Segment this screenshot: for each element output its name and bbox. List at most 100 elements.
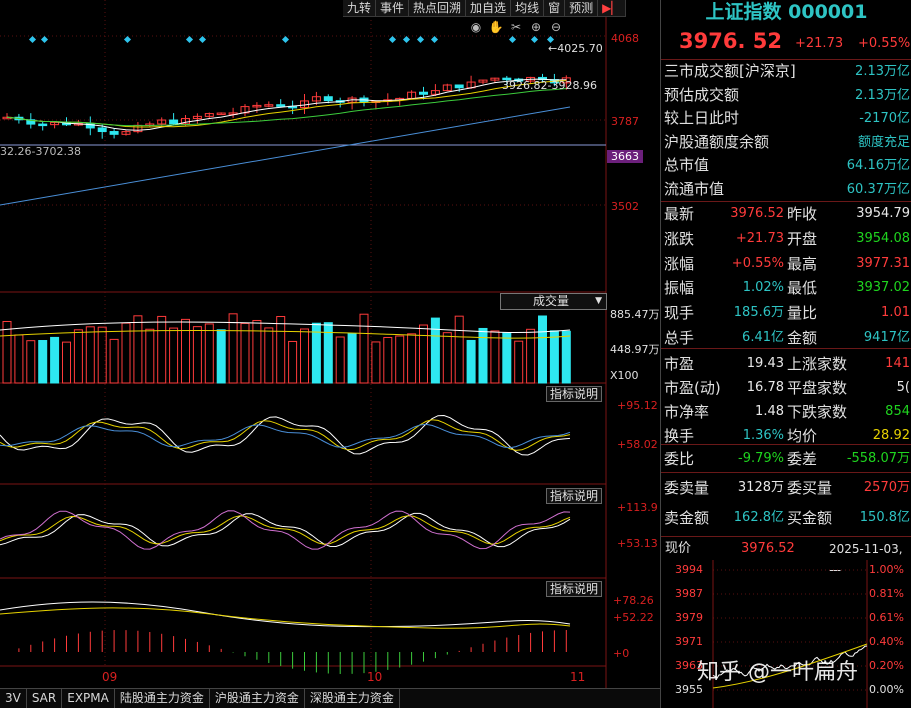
kline-chart-svg[interactable] <box>0 0 660 708</box>
toolbar-jiuzhuan-button[interactable]: 九转 <box>343 0 377 16</box>
volume-bar <box>228 313 238 384</box>
axis-label-mid: 3787 <box>611 115 639 128</box>
tab-sar[interactable]: SAR <box>27 689 63 708</box>
quote-value: 3954.79 <box>856 206 910 221</box>
candle-down <box>323 96 333 102</box>
quote-row: 市盈(动) 16.78 平盘家数 5( <box>661 376 911 400</box>
quote-key: 涨幅 <box>664 255 695 273</box>
volume-bar <box>359 313 369 384</box>
volume-bar <box>323 322 333 384</box>
kline-chart-area[interactable]: 九转 事件 热点回溯 加自选 均线 窗 预测 ▶▏ ◉ ✋ ✂ ⊕ ⊖ 4068… <box>0 0 660 708</box>
volume-bar <box>430 317 440 384</box>
toolbar-ma-button[interactable]: 均线 <box>511 0 545 16</box>
volume-axis-unit: X100 <box>610 369 639 382</box>
exit-icon[interactable]: ▶▏ <box>598 0 626 16</box>
indicator-3-help-tab[interactable]: 指标说明 <box>546 581 603 597</box>
quote-value: 1.01 <box>881 305 910 320</box>
quote-value: 150.8亿 <box>859 510 910 525</box>
toolbar-hot-replay-button[interactable]: 热点回溯 <box>409 0 467 16</box>
indicator-1-axis-top: +95.12 <box>617 399 658 412</box>
indicator-1-help-tab[interactable]: 指标说明 <box>546 386 603 402</box>
quote-value: 6.41亿 <box>742 330 784 345</box>
quote-key: 量比 <box>787 304 818 322</box>
eye-icon[interactable]: ◉ <box>468 19 484 35</box>
quote-value: 3977.31 <box>856 256 910 271</box>
zoom-out-icon[interactable]: ⊖ <box>548 19 564 35</box>
quote-value: 185.6万 <box>733 305 784 320</box>
quote-info-panel: 上证指数 000001 3976. 52 +21.73 +0.55% 三市成交额… <box>660 0 911 708</box>
intraday-left-axis-label: 3987 <box>675 587 703 600</box>
candle-down <box>97 127 107 133</box>
quote-value: 5( <box>896 380 910 395</box>
chart-toolbar: 九转 事件 热点回溯 加自选 均线 窗 预测 ▶▏ <box>343 0 626 17</box>
volume-bar <box>14 334 24 384</box>
indicator-2-axis-top: +113.9 <box>617 501 658 514</box>
intraday-header: 现价 3976.52 2025-11-03,一 <box>661 538 911 578</box>
quote-value: 3128万 <box>737 480 784 495</box>
volume-bar <box>561 330 571 384</box>
kdj-j-line <box>0 423 571 449</box>
quote-key: 委买量 <box>787 479 833 497</box>
volume-bar <box>514 340 524 384</box>
quote-row: 涨跌 +21.73 开盘 3954.08 <box>661 227 911 251</box>
volume-bar <box>145 328 155 384</box>
tab-hugutong-funds[interactable]: 沪股通主力资金 <box>210 689 305 708</box>
volume-bar <box>181 318 190 384</box>
volume-bar <box>490 330 500 384</box>
zoom-in-icon[interactable]: ⊕ <box>528 19 544 35</box>
high-price-value: 4025.70 <box>557 42 603 55</box>
candle-down <box>169 119 179 125</box>
quote-key: 昨收 <box>787 205 818 223</box>
volume-axis-top: 885.47万 <box>610 308 660 321</box>
volume-bar <box>97 326 107 384</box>
kdj-k-line <box>0 414 571 456</box>
summary-row: 三市成交额[沪深京] 2.13万亿 <box>661 60 911 83</box>
indicator-3-axis-top: +78.26 <box>613 594 654 607</box>
tab-expma[interactable]: EXPMA <box>62 689 115 708</box>
quote-row: 涨幅 +0.55% 最高 3977.31 <box>661 252 911 276</box>
intraday-left-axis-label: 3979 <box>675 611 703 624</box>
tab-shengutong-funds[interactable]: 深股通主力资金 <box>305 689 400 708</box>
ma10-line <box>6 80 567 128</box>
volume-bar <box>192 326 202 384</box>
signal-diamond <box>281 35 290 44</box>
toolbar-add-watchlist-button[interactable]: 加自选 <box>466 0 512 16</box>
quote-key: 委卖量 <box>664 479 710 497</box>
intraday-right-axis-label: 0.20% <box>869 659 904 672</box>
quote-value: 1.02% <box>742 280 784 295</box>
toolbar-window-button[interactable]: 窗 <box>544 0 566 16</box>
indicator-2-help-tab[interactable]: 指标说明 <box>546 488 603 504</box>
volume-bar <box>133 315 143 384</box>
summary-value: 2.13万亿 <box>855 87 910 103</box>
rsi-line-3 <box>0 510 571 550</box>
volume-bar <box>109 338 119 384</box>
quote-row: 市净率 1.48 下跌家数 854 <box>661 400 911 424</box>
summary-value: 64.16万亿 <box>846 158 910 173</box>
volume-indicator-select[interactable]: 成交量 ▼ <box>500 293 607 310</box>
low-range-annotation: 32.26-3702.38 <box>0 145 81 158</box>
intraday-label: 现价 <box>665 541 692 556</box>
toolbar-events-button[interactable]: 事件 <box>376 0 410 16</box>
toolbar-forecast-button[interactable]: 预测 <box>565 0 599 16</box>
volume-bar <box>383 336 393 384</box>
intraday-right-axis-label: 0.40% <box>869 635 904 648</box>
hand-icon[interactable]: ✋ <box>488 19 504 35</box>
candle-down <box>109 131 119 135</box>
scissors-icon[interactable]: ✂ <box>508 19 524 35</box>
volume-bar <box>121 322 131 384</box>
current-line-label: 3663 <box>607 150 643 163</box>
quote-key: 总手 <box>664 329 695 347</box>
signal-diamond <box>388 35 397 44</box>
quote-key: 上涨家数 <box>787 355 848 373</box>
summary-value: 额度充足 <box>857 134 910 150</box>
quote-value: 19.43 <box>746 356 784 371</box>
x-axis-nov: 11 <box>570 670 586 684</box>
volume-bar <box>38 340 48 384</box>
quote-key: 最新 <box>664 205 695 223</box>
quote-key: 平盘家数 <box>787 379 848 397</box>
volume-bar <box>395 335 405 384</box>
tab-lugutong-funds[interactable]: 陆股通主力资金 <box>115 689 210 708</box>
signal-diamond <box>508 35 517 44</box>
summary-value: 60.37万亿 <box>846 181 910 197</box>
tab-3v[interactable]: 3V <box>0 689 27 708</box>
